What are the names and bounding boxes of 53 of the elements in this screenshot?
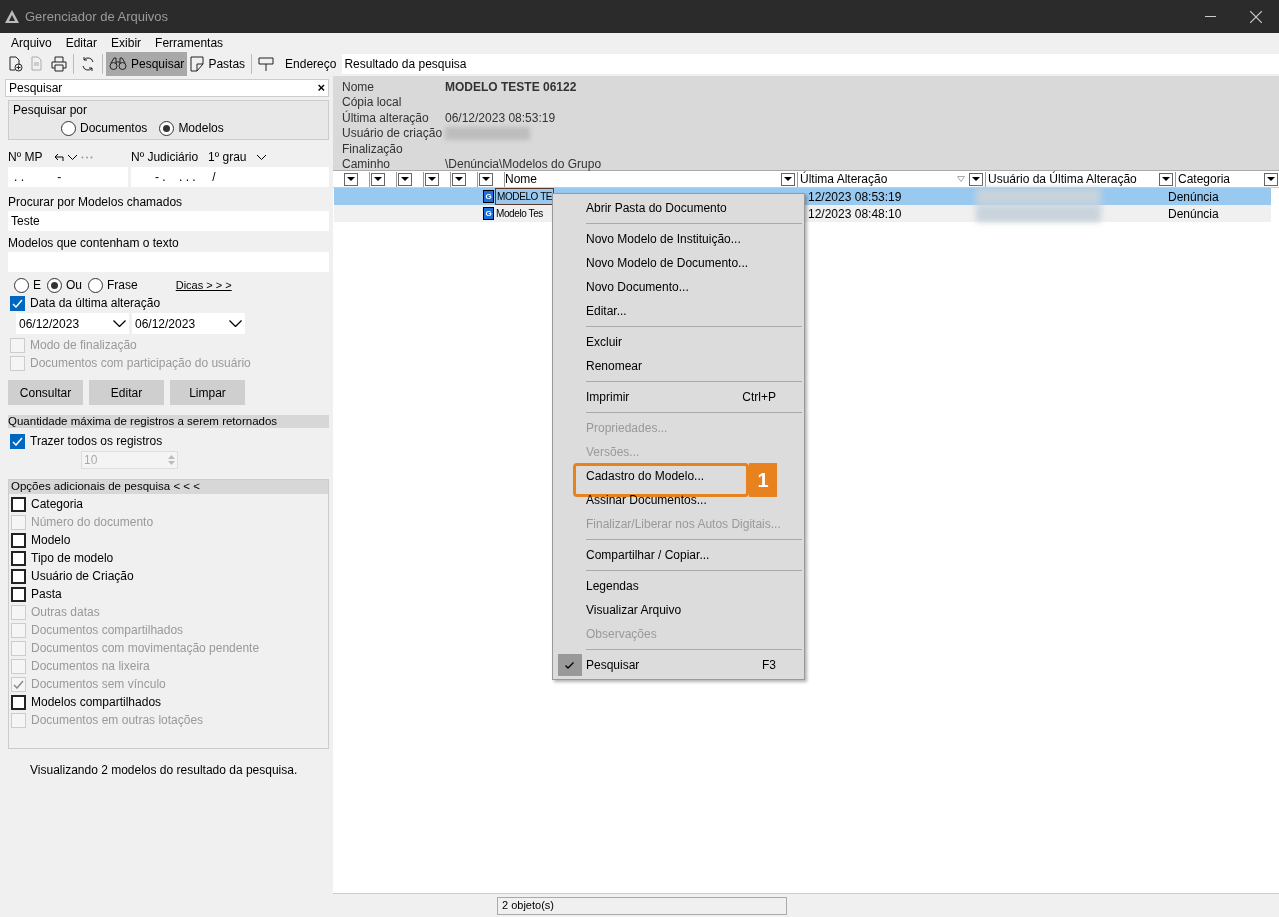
radio-label: Documentos xyxy=(80,120,148,137)
checkbox-label: Documentos com movimentação pendente xyxy=(31,640,260,657)
section-header: Quantidade máxima de registros a serem retornados xyxy=(8,415,329,428)
checkbox-label: Trazer todos os registros xyxy=(30,433,163,450)
radio-label: Ou xyxy=(66,277,83,294)
shortcut: Ctrl+P xyxy=(742,389,776,406)
checkbox-label: Documentos na lixeira xyxy=(31,658,150,675)
checkbox-label: Documentos compartilhados xyxy=(31,622,184,639)
checkbox-label: Tipo de modelo xyxy=(31,550,114,567)
detail-label: Cópia local xyxy=(342,94,403,110)
checkbox-label: Documentos sem vínculo xyxy=(31,676,166,693)
table-cell-text: 12/2023 08:53:19 xyxy=(807,188,903,206)
detail-label: Última alteração xyxy=(342,109,430,127)
table-cell-text: 12/2023 08:48:10 xyxy=(807,205,903,223)
checkbox-label: Categoria xyxy=(31,496,84,513)
file-type-icon: G xyxy=(483,190,494,203)
checkbox-label: Modelos compartilhados xyxy=(31,694,162,711)
section-header: Opções adicionais de pesquisa < < < xyxy=(9,480,328,494)
table-cell-text: Denúncia xyxy=(1167,205,1219,223)
window-title: Gerenciador de Arquivos xyxy=(25,7,169,26)
table-cell-text: Denúncia xyxy=(1167,188,1219,206)
detail-value: MODELO TESTE 06122 xyxy=(445,78,577,96)
detail-label: Nome xyxy=(342,78,375,96)
checkbox-label: Número do documento xyxy=(31,514,154,531)
summary-text: Visualizando 2 modelos do resultado da pesquisa. xyxy=(29,762,299,779)
radio-label: Frase xyxy=(107,277,138,294)
radio-label: Modelos xyxy=(178,120,224,137)
callout-number: 1 xyxy=(749,463,777,497)
checkbox-label: Usuário de Criação xyxy=(31,568,134,585)
checkbox-label: Documentos em outras lotações xyxy=(31,712,204,729)
file-type-icon: G xyxy=(483,207,494,220)
detail-value: \Denúncia\Modelos do Grupo xyxy=(445,156,602,174)
radio-label: E xyxy=(33,277,41,294)
detail-label: Caminho xyxy=(342,156,392,174)
table-cell-text: Modelo Tes xyxy=(495,207,544,221)
checkbox-label: Pasta xyxy=(31,586,62,603)
field-label: Modelos que contenham o texto xyxy=(8,235,180,252)
checkbox-label: Modo de finalização xyxy=(30,337,137,354)
checkbox-label: Modelo xyxy=(31,532,71,549)
detail-label: Finalização xyxy=(342,140,404,158)
checkbox-label: Outras datas xyxy=(31,604,100,621)
panel-title: Pesquisar xyxy=(9,80,63,97)
checkbox-label: Documentos com participação do usuário xyxy=(30,355,251,372)
field-label: Nº MP xyxy=(8,149,44,166)
field-label: Procurar por Modelos chamados xyxy=(8,194,184,211)
shortcut: F3 xyxy=(762,657,776,674)
group-label: Pesquisar por xyxy=(13,102,89,119)
detail-value: 06/12/2023 08:53:19 xyxy=(445,109,556,127)
address-label: Endereço xyxy=(285,56,337,73)
field-label: Nº Judiciário xyxy=(131,149,199,166)
checkbox-label: Data da última alteração xyxy=(30,295,161,312)
detail-label: Usuário de criação xyxy=(342,125,444,143)
status-count: 2 objeto(s) xyxy=(497,896,787,915)
